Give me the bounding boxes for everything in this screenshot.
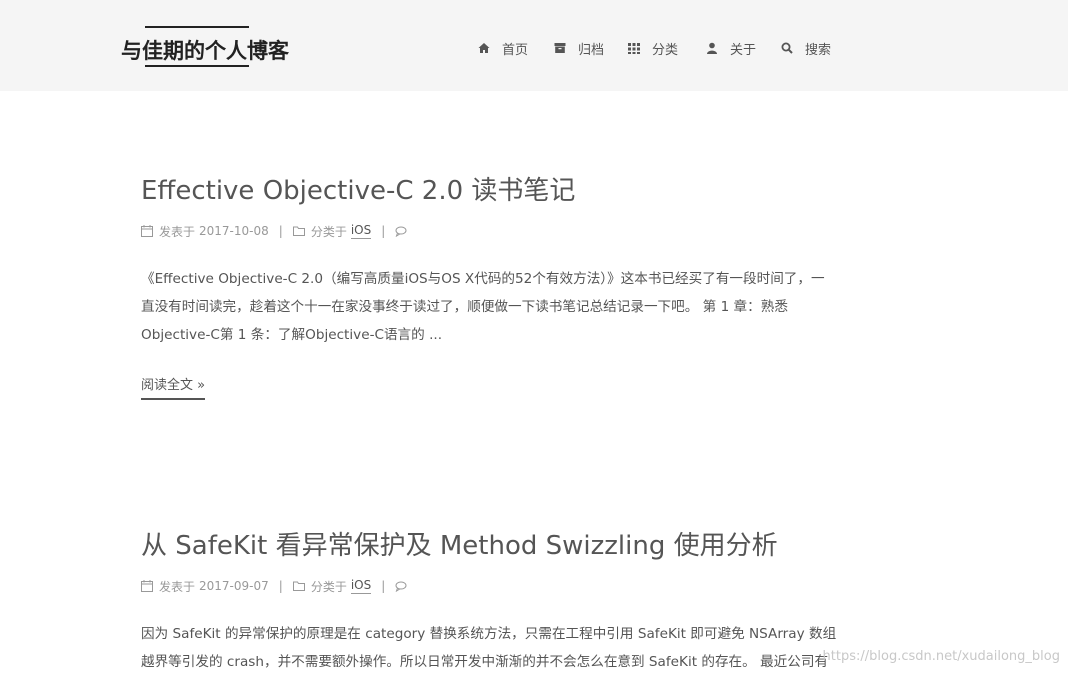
posted-label: 发表于 <box>159 579 196 594</box>
post-date: 2017-09-07 <box>199 579 269 593</box>
meta-divider: | <box>381 579 386 593</box>
nav-label-about: 关于 <box>730 42 757 58</box>
site-title[interactable]: 与佳期的个人博客 <box>121 35 289 65</box>
category-link[interactable]: iOS <box>350 578 372 594</box>
post-title[interactable]: 从 SafeKit 看异常保护及 Method Swizzling 使用分析 <box>141 525 778 562</box>
meta-divider: | <box>381 224 386 238</box>
folder-icon <box>292 580 305 592</box>
brand-line-top <box>145 26 249 28</box>
folder-icon <box>292 225 305 237</box>
home-icon <box>478 42 490 54</box>
nav-item-search[interactable]: 搜索 <box>781 38 831 58</box>
excerpt-line: 因为 SafeKit 的异常保护的原理是在 category 替换系统方法，只需… <box>141 626 837 642</box>
posted-label: 发表于 <box>159 224 196 239</box>
nav-item-about[interactable]: 关于 <box>706 38 756 58</box>
comment-icon[interactable] <box>395 225 407 237</box>
nav-label-home: 首页 <box>502 42 529 58</box>
user-icon <box>706 42 718 54</box>
search-icon <box>781 42 793 54</box>
calendar-icon <box>141 225 153 237</box>
nav-item-home[interactable]: 首页 <box>478 38 528 58</box>
calendar-icon <box>141 580 153 592</box>
post-title[interactable]: Effective Objective-C 2.0 读书笔记 <box>141 170 575 207</box>
post-meta: 发表于 2017-09-07 | 分类于 iOS | <box>141 578 413 594</box>
brand-line-bottom <box>145 65 249 67</box>
nav-item-categories[interactable]: 分类 <box>628 38 678 58</box>
category-link[interactable]: iOS <box>350 223 372 239</box>
excerpt-line: 直没有时间读完，趁着这个十一在家没事终于读过了，顺便做一下读书笔记总结记录一下吧… <box>141 299 788 315</box>
nav-label-categories: 分类 <box>652 42 679 58</box>
nav-label-search: 搜索 <box>805 42 832 58</box>
grid-icon <box>628 42 640 54</box>
excerpt-line: Objective-C第 1 条：了解Objective-C语言的 ... <box>141 327 443 343</box>
meta-divider: | <box>278 579 283 593</box>
read-more-link[interactable]: 阅读全文 » <box>141 374 206 400</box>
post-excerpt: 因为 SafeKit 的异常保护的原理是在 category 替换系统方法，只需… <box>141 620 845 676</box>
post-date: 2017-10-08 <box>199 224 269 238</box>
archive-icon <box>554 42 566 54</box>
category-label: 分类于 <box>310 579 347 594</box>
meta-divider: | <box>278 224 283 238</box>
post-excerpt: 《Effective Objective-C 2.0（编写高质量iOS与OS X… <box>141 265 845 349</box>
site-header: 与佳期的个人博客 首页 归档 分类 关于 搜索 <box>0 0 1068 91</box>
nav-label-archive: 归档 <box>578 42 605 58</box>
post-meta: 发表于 2017-10-08 | 分类于 iOS | <box>141 223 413 239</box>
comment-icon[interactable] <box>395 580 407 592</box>
csdn-watermark: https://blog.csdn.net/xudailong_blog <box>822 649 1060 664</box>
excerpt-line: 《Effective Objective-C 2.0（编写高质量iOS与OS X… <box>141 271 825 287</box>
category-label: 分类于 <box>310 224 347 239</box>
nav-item-archive[interactable]: 归档 <box>554 38 604 58</box>
